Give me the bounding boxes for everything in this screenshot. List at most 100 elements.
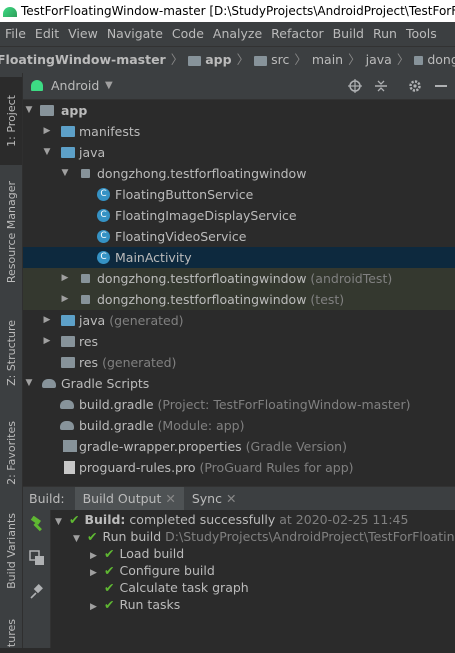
build-row-run-build[interactable]: ▼ ✔ Run build D:\StudyProjects\AndroidProj… (73, 528, 455, 545)
chevron-down-icon[interactable]: ▼ (105, 73, 113, 99)
tree-item-annotation: (ProGuard Rules for app) (199, 460, 354, 475)
build-status-prefix: Build: (84, 512, 126, 527)
tree-item-annotation: (androidTest) (310, 271, 393, 286)
build-row-label: Configure build (119, 563, 215, 578)
package-icon (81, 169, 90, 178)
chevron-down-icon[interactable]: ▼ (60, 163, 70, 184)
chevron-down-icon[interactable]: ▼ (73, 531, 82, 548)
breadcrumb-separator-icon: 〉 (170, 52, 184, 67)
pin-icon[interactable] (29, 584, 45, 600)
generated-folder-icon (61, 315, 75, 326)
chevron-right-icon[interactable]: ▶ (90, 599, 99, 616)
breadcrumb-java[interactable]: java (366, 52, 392, 67)
tab-favorites[interactable]: 2: Favorites (0, 407, 22, 499)
tab-structure-label: Z: Structure (4, 320, 18, 386)
chevron-down-icon[interactable]: ▼ (42, 142, 52, 163)
tree-item-app[interactable]: ▼ app (23, 100, 455, 121)
tab-build-variants[interactable]: Build Variants (0, 503, 22, 599)
menu-edit[interactable]: Edit (30, 26, 63, 41)
menu-analyze[interactable]: Analyze (208, 26, 266, 41)
project-view-selector[interactable]: Android (51, 73, 99, 99)
menu-build[interactable]: Build (328, 26, 368, 41)
build-row-summary[interactable]: ▼ ✔ Build: completed successfully at 2020-… (55, 511, 408, 528)
tree-item-annotation: (Gradle Version) (245, 439, 347, 454)
menu-view[interactable]: View (63, 26, 102, 41)
tab-structure[interactable]: Z: Structure (0, 307, 22, 399)
tree-item-package-test[interactable]: ▶ dongzhong.testforfloatingwindow (test) (23, 289, 455, 310)
module-folder-icon (188, 55, 202, 66)
chevron-right-icon[interactable]: ▶ (60, 289, 70, 310)
menu-navigate[interactable]: Navigate (102, 26, 167, 41)
chevron-right-icon[interactable]: ▶ (42, 310, 52, 331)
build-row-calculate-task-graph[interactable]: ✔ Calculate task graph (90, 579, 249, 596)
tree-item-label: java (79, 313, 106, 328)
tree-item-java-generated[interactable]: ▶ java (generated) (23, 310, 455, 331)
gear-icon[interactable] (408, 79, 422, 93)
tree-item-label: FloatingVideoService (115, 229, 247, 244)
resource-folder-icon (61, 336, 75, 347)
minimize-icon[interactable] (435, 85, 447, 87)
tree-item-res-generated[interactable]: res (generated) (23, 352, 455, 373)
breadcrumb-project[interactable]: FloatingWindow-master (0, 52, 166, 67)
breadcrumb-separator-icon: 〉 (236, 52, 250, 67)
chevron-down-icon[interactable]: ▼ (24, 100, 34, 121)
chevron-right-icon[interactable]: ▶ (42, 121, 52, 142)
locate-icon[interactable] (348, 79, 362, 93)
tree-item-java[interactable]: ▼ java (23, 142, 455, 163)
module-folder-icon (40, 105, 54, 116)
tab-project[interactable]: 1: Project (0, 77, 22, 165)
class-icon: C (97, 209, 110, 222)
chevron-right-icon[interactable]: ▶ (42, 331, 52, 352)
tab-sync[interactable]: Sync ✕ (184, 487, 245, 511)
menu-file[interactable]: File (0, 26, 30, 41)
build-panel-toolbar (23, 510, 51, 648)
collapse-all-icon[interactable] (374, 79, 388, 93)
hammer-icon[interactable] (29, 516, 45, 532)
tree-item-package-androidtest[interactable]: ▶ dongzhong.testforfloatingwindow (andro… (23, 268, 455, 289)
tree-item-annotation: (Module: app) (157, 418, 245, 433)
android-studio-logo-icon (3, 6, 17, 17)
tree-item-package[interactable]: ▼ dongzhong.testforfloatingwindow (23, 163, 455, 184)
tree-item-res[interactable]: ▶ res (23, 331, 455, 352)
build-row-configure-build[interactable]: ▶ ✔ Configure build (90, 562, 215, 579)
build-row-label: Calculate task graph (119, 580, 249, 595)
check-icon: ✔ (104, 563, 115, 578)
tree-item-proguard[interactable]: proguard-rules.pro (ProGuard Rules for a… (23, 457, 455, 478)
chevron-right-icon[interactable]: ▶ (60, 268, 70, 289)
tree-item-class[interactable]: C FloatingImageDisplayService (23, 205, 455, 226)
toggle-view-icon[interactable] (29, 550, 45, 566)
menu-tools[interactable]: Tools (401, 26, 441, 41)
tree-item-label: res (79, 355, 99, 370)
tab-resource-manager[interactable]: Resource Manager (0, 169, 22, 295)
build-panel-header: Build: Build Output ✕ Sync ✕ (23, 486, 455, 511)
close-icon[interactable]: ✕ (165, 491, 175, 506)
gradle-icon (42, 379, 56, 388)
tree-item-build-gradle[interactable]: build.gradle (Project: TestForFloatingWi… (23, 394, 455, 415)
breadcrumb-app[interactable]: app (205, 52, 231, 67)
build-status-text: completed successfully (129, 512, 276, 527)
menu-code[interactable]: Code (167, 26, 208, 41)
tree-item-class[interactable]: C FloatingVideoService (23, 226, 455, 247)
close-icon[interactable]: ✕ (226, 491, 236, 506)
build-row-run-tasks[interactable]: ▶ ✔ Run tasks (90, 596, 180, 613)
tab-captures[interactable]: tures (0, 613, 22, 653)
folder-icon (254, 55, 268, 66)
breadcrumb-main[interactable]: main (312, 52, 343, 67)
menu-refactor[interactable]: Refactor (266, 26, 327, 41)
tree-item-build-gradle[interactable]: build.gradle (Module: app) (23, 415, 455, 436)
breadcrumb-package[interactable]: dongzho (427, 52, 455, 67)
tree-item-gradle-wrapper[interactable]: gradle-wrapper.properties (Gradle Versio… (23, 436, 455, 457)
tab-build-output[interactable]: Build Output ✕ (74, 487, 184, 511)
build-row-load-build[interactable]: ▶ ✔ Load build (90, 545, 184, 562)
tree-item-class[interactable]: C FloatingButtonService (23, 184, 455, 205)
menu-run[interactable]: Run (368, 26, 401, 41)
breadcrumb-src[interactable]: src (271, 52, 289, 67)
chevron-down-icon[interactable]: ▼ (55, 514, 64, 531)
tree-item-manifests[interactable]: ▶ manifests (23, 121, 455, 142)
tree-item-annotation: (Project: TestForFloatingWindow-master) (157, 397, 411, 412)
breadcrumb-separator-icon: 〉 (396, 52, 410, 67)
class-icon: C (97, 251, 110, 264)
chevron-down-icon[interactable]: ▼ (24, 373, 34, 394)
tree-item-class-selected[interactable]: C MainActivity (23, 247, 455, 268)
tree-item-gradle-scripts[interactable]: ▼ Gradle Scripts (23, 373, 455, 394)
